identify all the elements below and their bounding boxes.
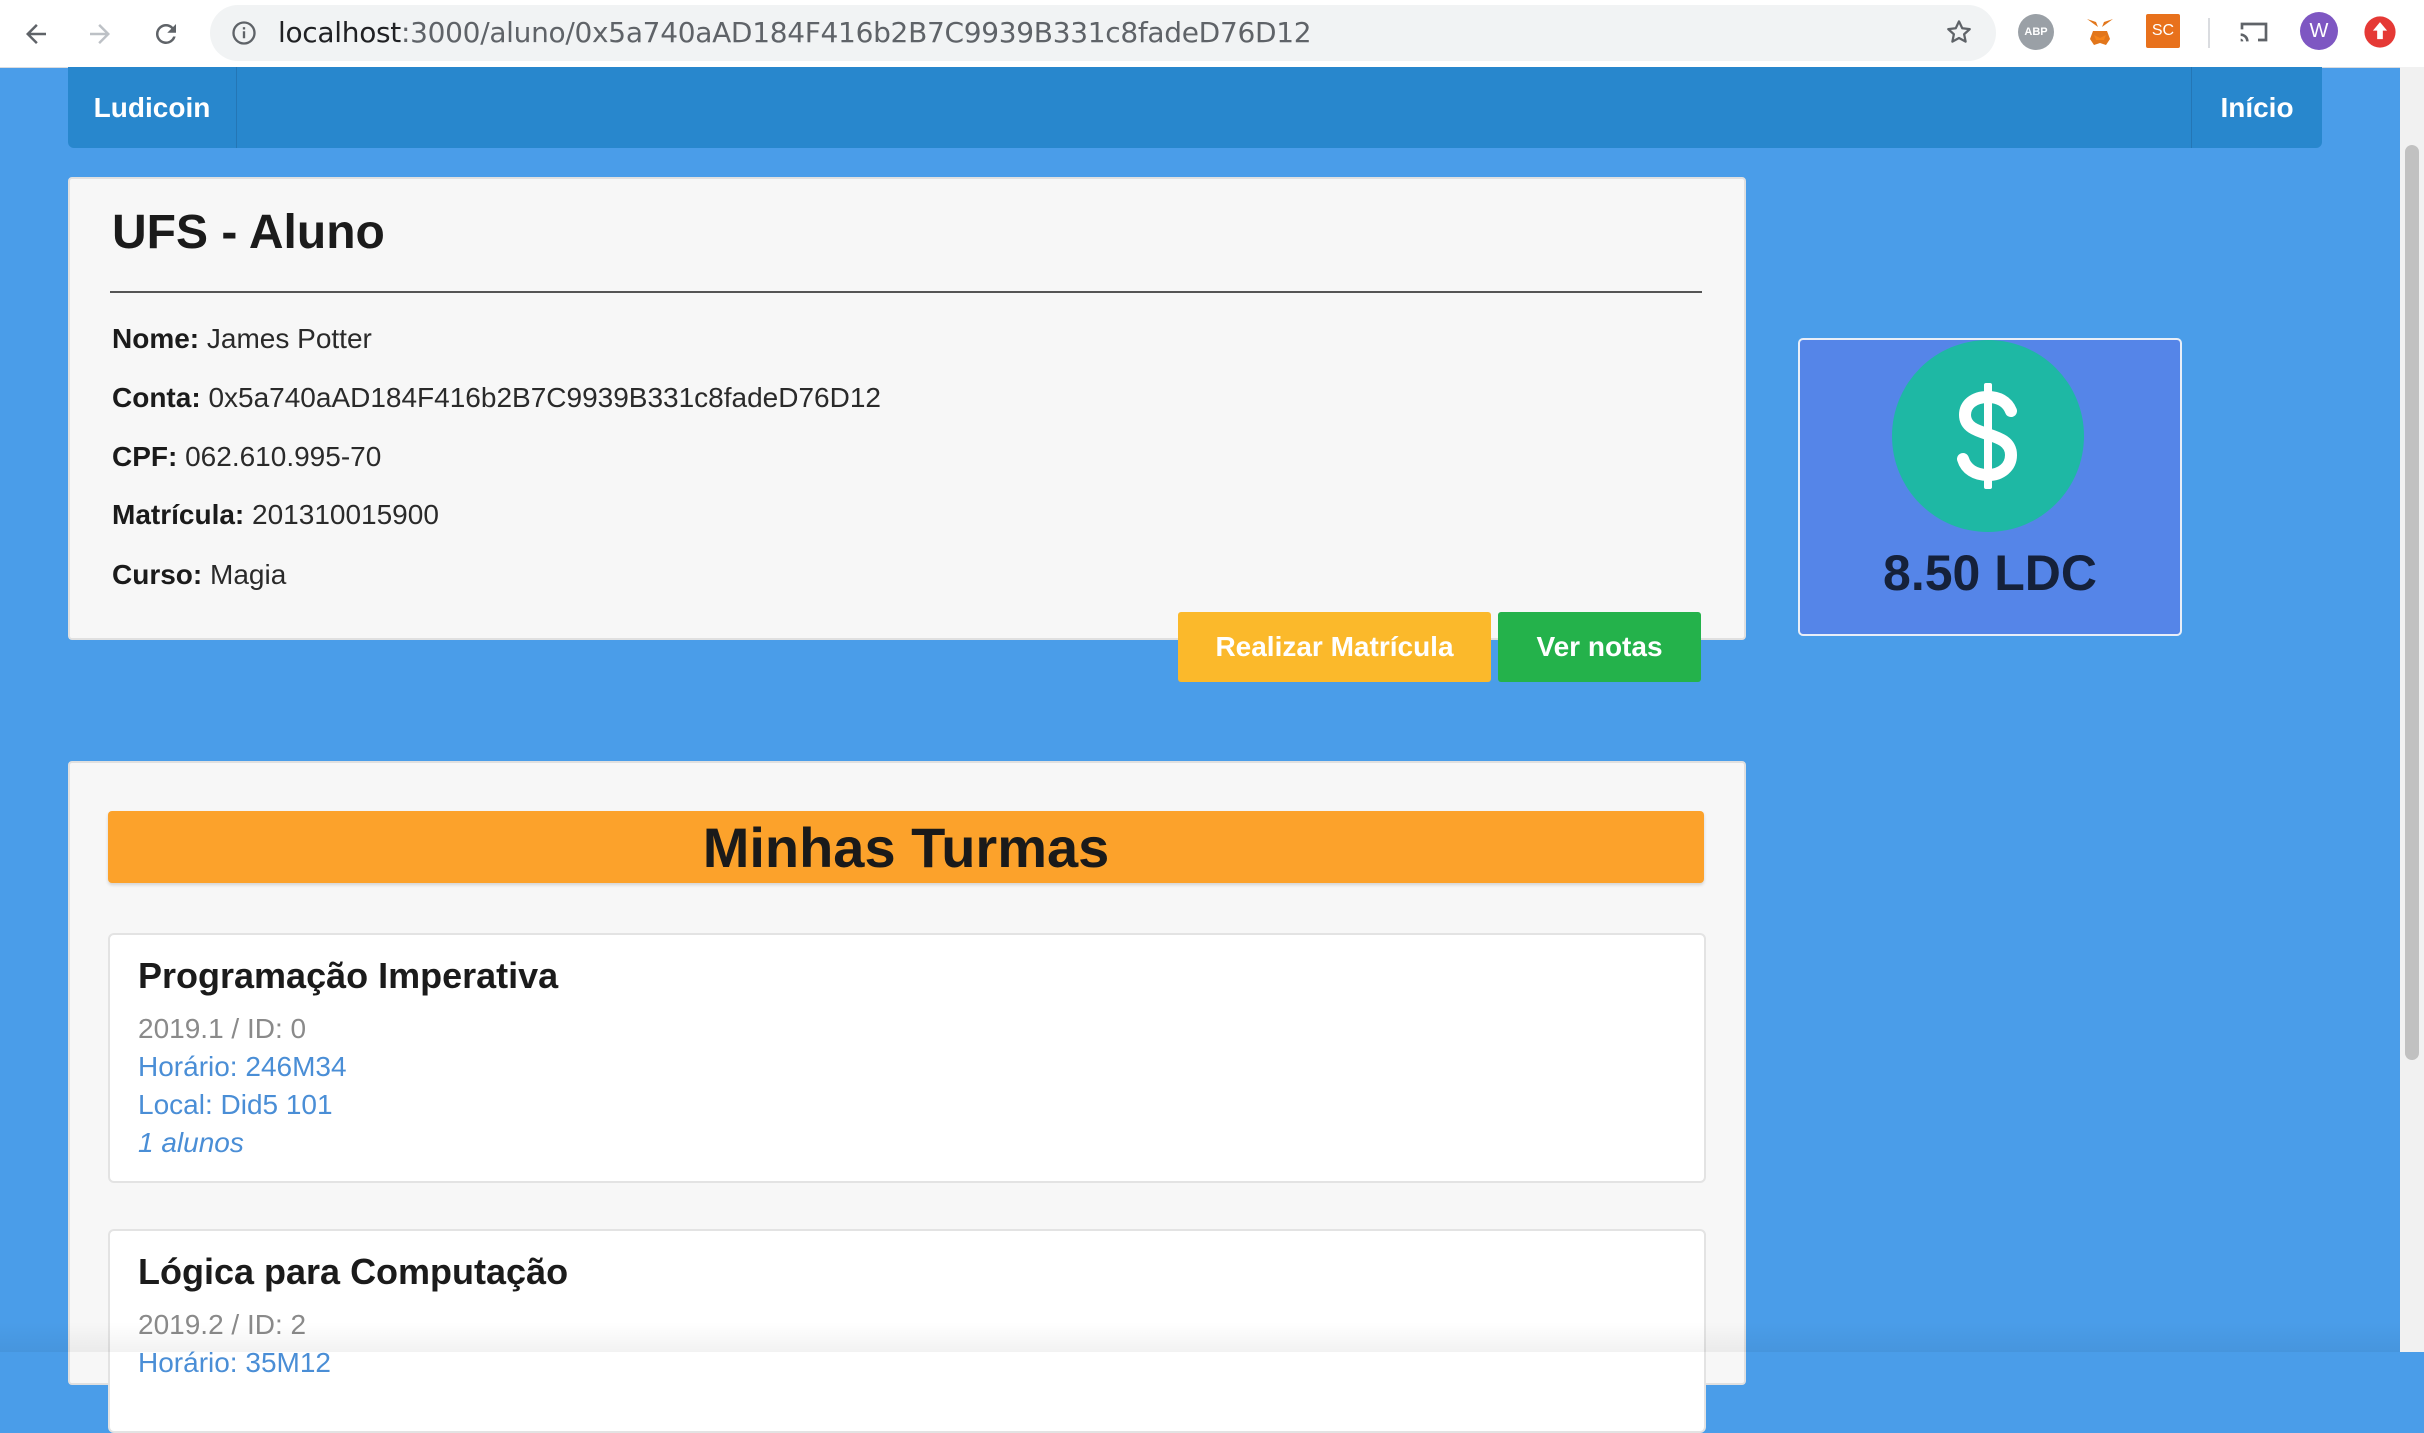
classes-card: Minhas Turmas Programação Imperativa 201… bbox=[68, 761, 1746, 1433]
home-link[interactable]: Início bbox=[2191, 67, 2322, 148]
viewport-bottom-shadow bbox=[0, 1322, 2400, 1352]
cast-icon[interactable] bbox=[2236, 14, 2272, 50]
update-icon[interactable] bbox=[2362, 14, 2398, 50]
field-cpf: CPF: 062.610.995-70 bbox=[112, 441, 382, 472]
title-divider bbox=[110, 291, 1702, 293]
class-name: Programação Imperativa bbox=[138, 955, 559, 996]
site-info-icon[interactable] bbox=[230, 19, 258, 52]
metamask-extension-icon[interactable] bbox=[2082, 14, 2118, 50]
brand-link[interactable]: Ludicoin bbox=[68, 67, 237, 148]
adblock-extension-icon[interactable]: ABP bbox=[2018, 14, 2054, 50]
page-scrollbar[interactable] bbox=[2400, 67, 2424, 1352]
toolbar-divider bbox=[2208, 18, 2210, 48]
forward-arrow-icon[interactable] bbox=[74, 8, 126, 60]
field-account: Conta: 0x5a740aAD184F416b2B7C9939B331c8f… bbox=[112, 382, 881, 413]
browser-toolbar: localhost:3000/aluno/0x5a740aAD184F416b2… bbox=[0, 0, 2424, 68]
bookmark-star-icon[interactable] bbox=[1944, 17, 1974, 52]
sc-extension-icon[interactable]: SC bbox=[2146, 14, 2180, 48]
class-name: Lógica para Computação bbox=[138, 1251, 569, 1292]
class-item[interactable]: Programação Imperativa 2019.1 / ID: 0 Ho… bbox=[108, 933, 1706, 1183]
page-title: UFS - Aluno bbox=[112, 206, 385, 259]
dollar-icon bbox=[1892, 340, 2084, 532]
classes-title: Minhas Turmas bbox=[108, 811, 1704, 883]
view-grades-button[interactable]: Ver notas bbox=[1498, 612, 1701, 682]
student-info-card: UFS - Aluno Nome: James Potter Conta: 0x… bbox=[68, 177, 1746, 640]
back-arrow-icon[interactable] bbox=[10, 8, 62, 60]
scrollbar-thumb[interactable] bbox=[2405, 145, 2419, 1060]
field-name: Nome: James Potter bbox=[112, 323, 372, 354]
class-period: 2019.1 / ID: 0 bbox=[138, 1013, 307, 1044]
field-enrollment: Matrícula: 201310015900 bbox=[112, 499, 439, 530]
enroll-button[interactable]: Realizar Matrícula bbox=[1178, 612, 1491, 682]
field-course: Curso: Magia bbox=[112, 559, 287, 590]
class-students[interactable]: 1 alunos bbox=[138, 1127, 244, 1159]
address-bar[interactable]: localhost:3000/aluno/0x5a740aAD184F416b2… bbox=[210, 5, 1996, 61]
app-navbar: Ludicoin Início bbox=[68, 67, 2322, 148]
class-schedule: Horário: 246M34 bbox=[138, 1051, 347, 1082]
class-location: Local: Did5 101 bbox=[138, 1089, 333, 1120]
reload-icon[interactable] bbox=[140, 8, 192, 60]
balance-card: 8.50 LDC bbox=[1798, 338, 2182, 636]
url-text: localhost:3000/aluno/0x5a740aAD184F416b2… bbox=[278, 16, 1312, 49]
balance-amount: 8.50 LDC bbox=[1883, 545, 2097, 601]
profile-avatar[interactable]: W bbox=[2300, 12, 2338, 50]
